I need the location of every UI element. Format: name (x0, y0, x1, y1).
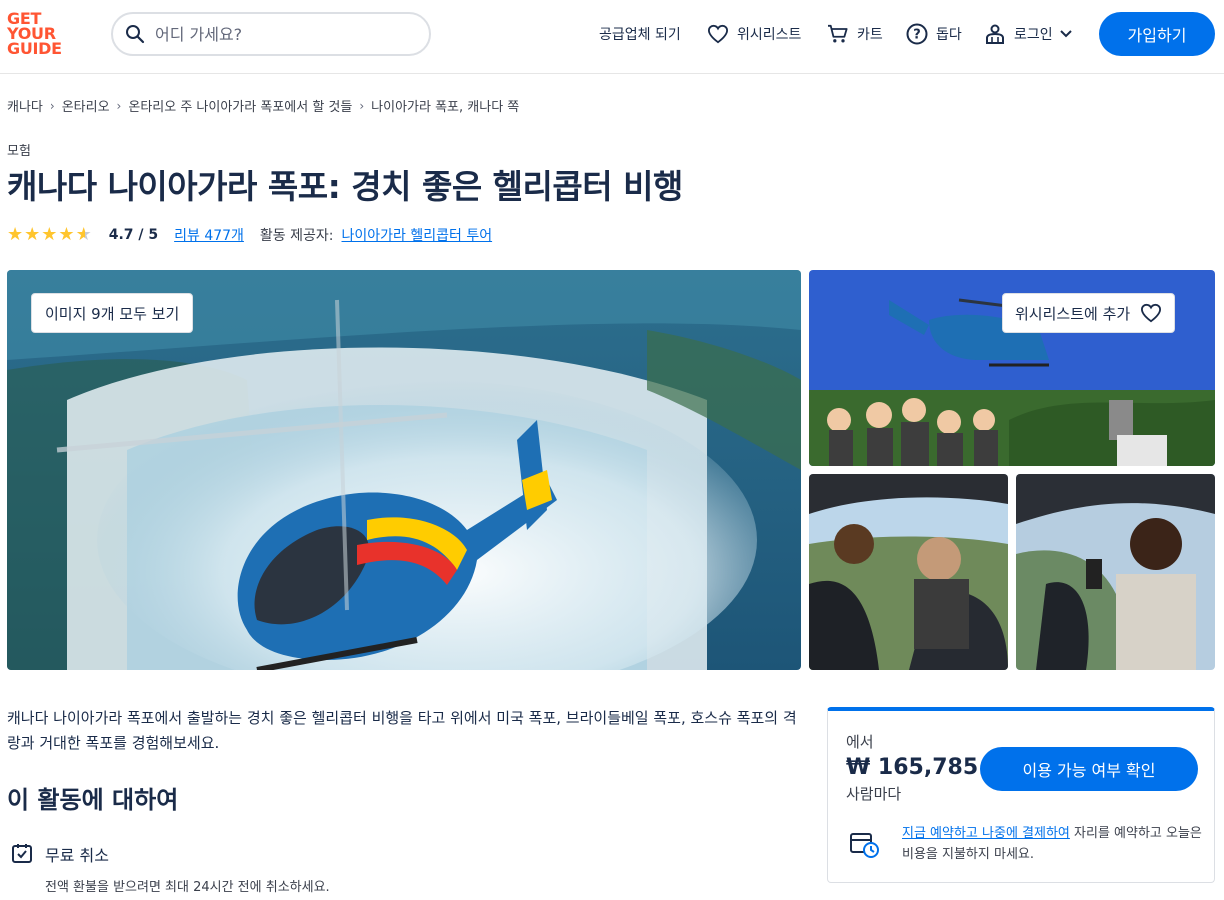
half-star-icon: ★ (75, 224, 92, 245)
provider-link[interactable]: 나이아가라 헬리콥터 투어 (342, 225, 493, 245)
help-icon: ? (906, 23, 928, 45)
free-cancellation-title: 무료 취소 (45, 846, 109, 865)
nav-wishlist[interactable]: 위시리스트 (707, 20, 801, 48)
reserve-now-pay-later-text: 지금 예약하고 나중에 결제하여 자리를 예약하고 오늘은 비용을 지불하지 마… (902, 823, 1202, 865)
add-to-wishlist-button[interactable]: 위시리스트에 추가 (1002, 293, 1176, 333)
chevron-down-icon (1059, 30, 1072, 38)
price-per-person-label: 사람마다 (846, 785, 902, 803)
provider-label: 활동 제공자: (259, 228, 334, 244)
svg-text:?: ? (913, 28, 921, 43)
user-icon (986, 24, 1004, 44)
add-to-wishlist-label: 위시리스트에 추가 (1015, 304, 1131, 323)
star-icon: ★ (58, 224, 75, 245)
calendar-clock-icon (850, 833, 879, 858)
price-value: ₩ 165,785 (846, 755, 979, 780)
page-title: 캐나다 나이아가라 폭포: 경치 좋은 헬리콥터 비행 (7, 167, 683, 206)
rating-row: ★ ★ ★ ★ ★ 4.7 / 5 리뷰 477개 활동 제공자: 나이아가라 … (7, 224, 492, 246)
chevron-right-icon: › (359, 98, 365, 113)
breadcrumb-item[interactable]: 캐나다 (7, 96, 43, 115)
nav-supplier-label: 공급업체 되기 (599, 27, 681, 43)
heart-icon (1141, 303, 1162, 323)
nav-help[interactable]: ? 돕다 (906, 20, 962, 48)
nav-wishlist-label: 위시리스트 (737, 27, 802, 43)
heart-icon (707, 24, 729, 44)
search-input[interactable] (155, 24, 395, 44)
star-rating: ★ ★ ★ ★ ★ (7, 226, 93, 244)
photo-cabin-view-1[interactable] (809, 474, 1008, 670)
check-availability-button[interactable]: 이용 가능 여부 확인 (980, 747, 1198, 791)
nav-cart[interactable]: 카트 (827, 20, 883, 48)
nav-login-label: 로그인 (1014, 27, 1053, 43)
about-section-title: 이 활동에 대하여 (7, 786, 179, 814)
logo-line-3: GUIDE (7, 39, 62, 58)
nav-login[interactable]: 로그인 (984, 20, 1073, 48)
star-icon: ★ (7, 224, 24, 245)
chevron-right-icon: › (49, 98, 55, 113)
free-cancellation-desc: 전액 환불을 받으려면 최대 24시간 전에 취소하세요. (45, 880, 330, 895)
breadcrumb-item[interactable]: 온타리오 (62, 96, 110, 115)
star-icon: ★ (41, 224, 58, 245)
cart-icon (828, 24, 848, 43)
breadcrumb-item[interactable]: 나이아가라 폭포, 캐나다 쪽 (371, 96, 519, 115)
photo-cabin-view-2[interactable] (1016, 474, 1215, 670)
chevron-right-icon: › (116, 98, 122, 113)
site-header: GET YOUR GUIDE 공급업체 되기 위시리스트 카트 ? 돕다 로그인… (0, 0, 1224, 74)
star-icon: ★ (24, 224, 41, 245)
signup-button[interactable]: 가입하기 (1099, 12, 1215, 56)
calendar-check-icon (12, 844, 32, 863)
search-icon (126, 25, 145, 44)
search-bar[interactable] (111, 12, 431, 56)
breadcrumb: 캐나다 › 온타리오 › 온타리오 주 나이아가라 폭포에서 할 것들 › 나이… (7, 96, 519, 116)
reserve-now-pay-later-link[interactable]: 지금 예약하고 나중에 결제하여 (902, 826, 1070, 841)
nav-help-label: 돕다 (936, 27, 962, 43)
activity-category: 모험 (7, 144, 31, 159)
breadcrumb-item[interactable]: 온타리오 주 나이아가라 폭포에서 할 것들 (128, 96, 352, 115)
reviews-link[interactable]: 리뷰 477개 (174, 225, 244, 245)
nav-become-supplier[interactable]: 공급업체 되기 (599, 20, 681, 48)
rating-score: 4.7 / 5 (108, 227, 159, 243)
price-from-label: 에서 (846, 733, 874, 751)
nav-cart-label: 카트 (857, 27, 883, 43)
view-all-images-button[interactable]: 이미지 9개 모두 보기 (31, 293, 194, 333)
booking-card: 에서 ₩ 165,785 사람마다 이용 가능 여부 확인 지금 예약하고 나중… (827, 707, 1215, 883)
activity-intro: 캐나다 나이아가라 폭포에서 출발하는 경치 좋은 헬리콥터 비행을 타고 위에… (7, 709, 797, 752)
getyourguide-logo[interactable]: GET YOUR GUIDE (7, 11, 67, 58)
